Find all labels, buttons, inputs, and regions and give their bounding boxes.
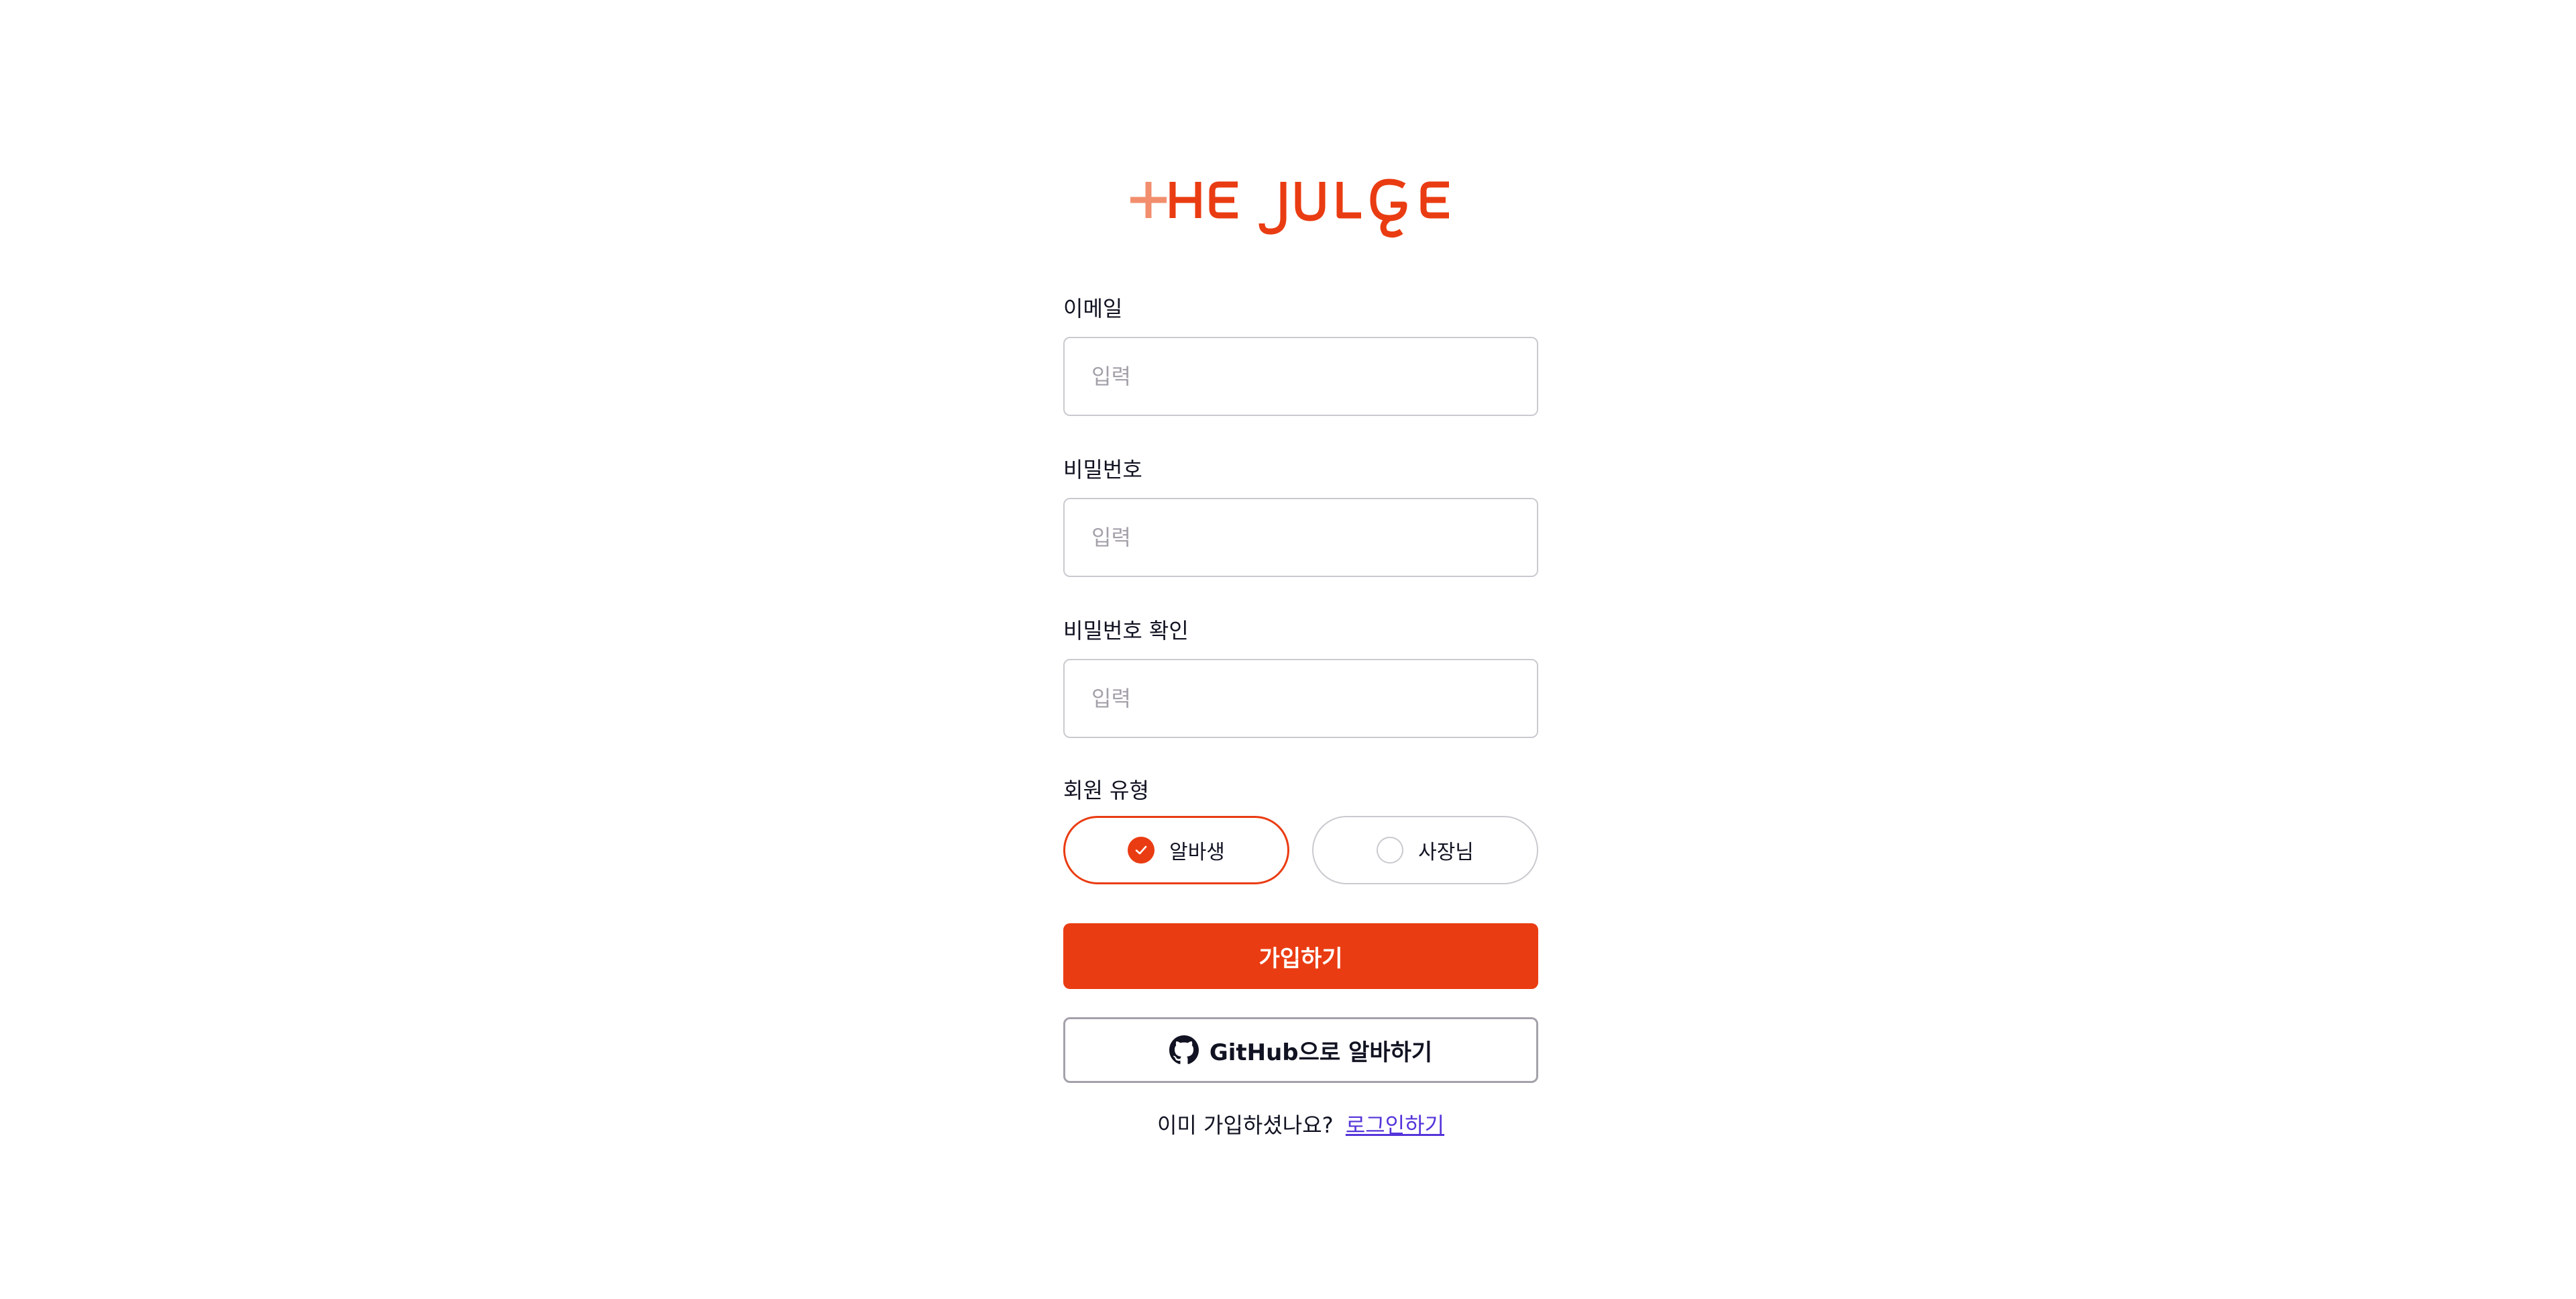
login-prompt-text: 이미 가입하셨나요? <box>1157 1112 1334 1138</box>
password-confirm-label: 비밀번호 확인 <box>1063 618 1189 643</box>
member-type-group: 회원 유형 알바생 사장님 <box>1063 777 1538 884</box>
signup-submit-button[interactable]: 가입하기 <box>1063 923 1538 989</box>
member-type-options: 알바생 사장님 <box>1063 816 1538 884</box>
signup-submit-label: 가입하기 <box>1258 945 1343 972</box>
member-type-option-worker[interactable]: 알바생 <box>1063 816 1289 884</box>
password-confirm-input[interactable] <box>1063 659 1538 738</box>
password-input[interactable] <box>1063 498 1538 577</box>
member-type-option-label: 사장님 <box>1418 841 1474 864</box>
the-julge-logo[interactable] <box>1130 171 1472 238</box>
github-signup-button[interactable]: GitHub으로 알바하기 <box>1063 1017 1538 1083</box>
email-field-group: 이메일 <box>1063 295 1538 416</box>
email-input[interactable] <box>1063 337 1538 416</box>
member-type-option-label: 알바생 <box>1169 841 1225 864</box>
github-signup-label: GitHub으로 알바하기 <box>1209 1039 1433 1066</box>
member-type-label: 회원 유형 <box>1063 778 1149 803</box>
password-confirm-field-group: 비밀번호 확인 <box>1063 617 1538 738</box>
login-link[interactable]: 로그인하기 <box>1346 1112 1444 1138</box>
email-label: 이메일 <box>1063 296 1123 321</box>
github-icon <box>1169 1035 1199 1064</box>
login-prompt: 이미 가입하셨나요? 로그인하기 <box>1063 1108 1538 1139</box>
check-icon <box>1128 837 1155 864</box>
password-field-group: 비밀번호 <box>1063 456 1538 577</box>
signup-form: 이메일 비밀번호 비밀번호 확인 회원 유형 알바생 사장님 <box>1063 295 1538 1139</box>
password-label: 비밀번호 <box>1063 457 1142 482</box>
radio-empty-icon <box>1377 837 1404 864</box>
member-type-option-owner[interactable]: 사장님 <box>1312 816 1538 884</box>
